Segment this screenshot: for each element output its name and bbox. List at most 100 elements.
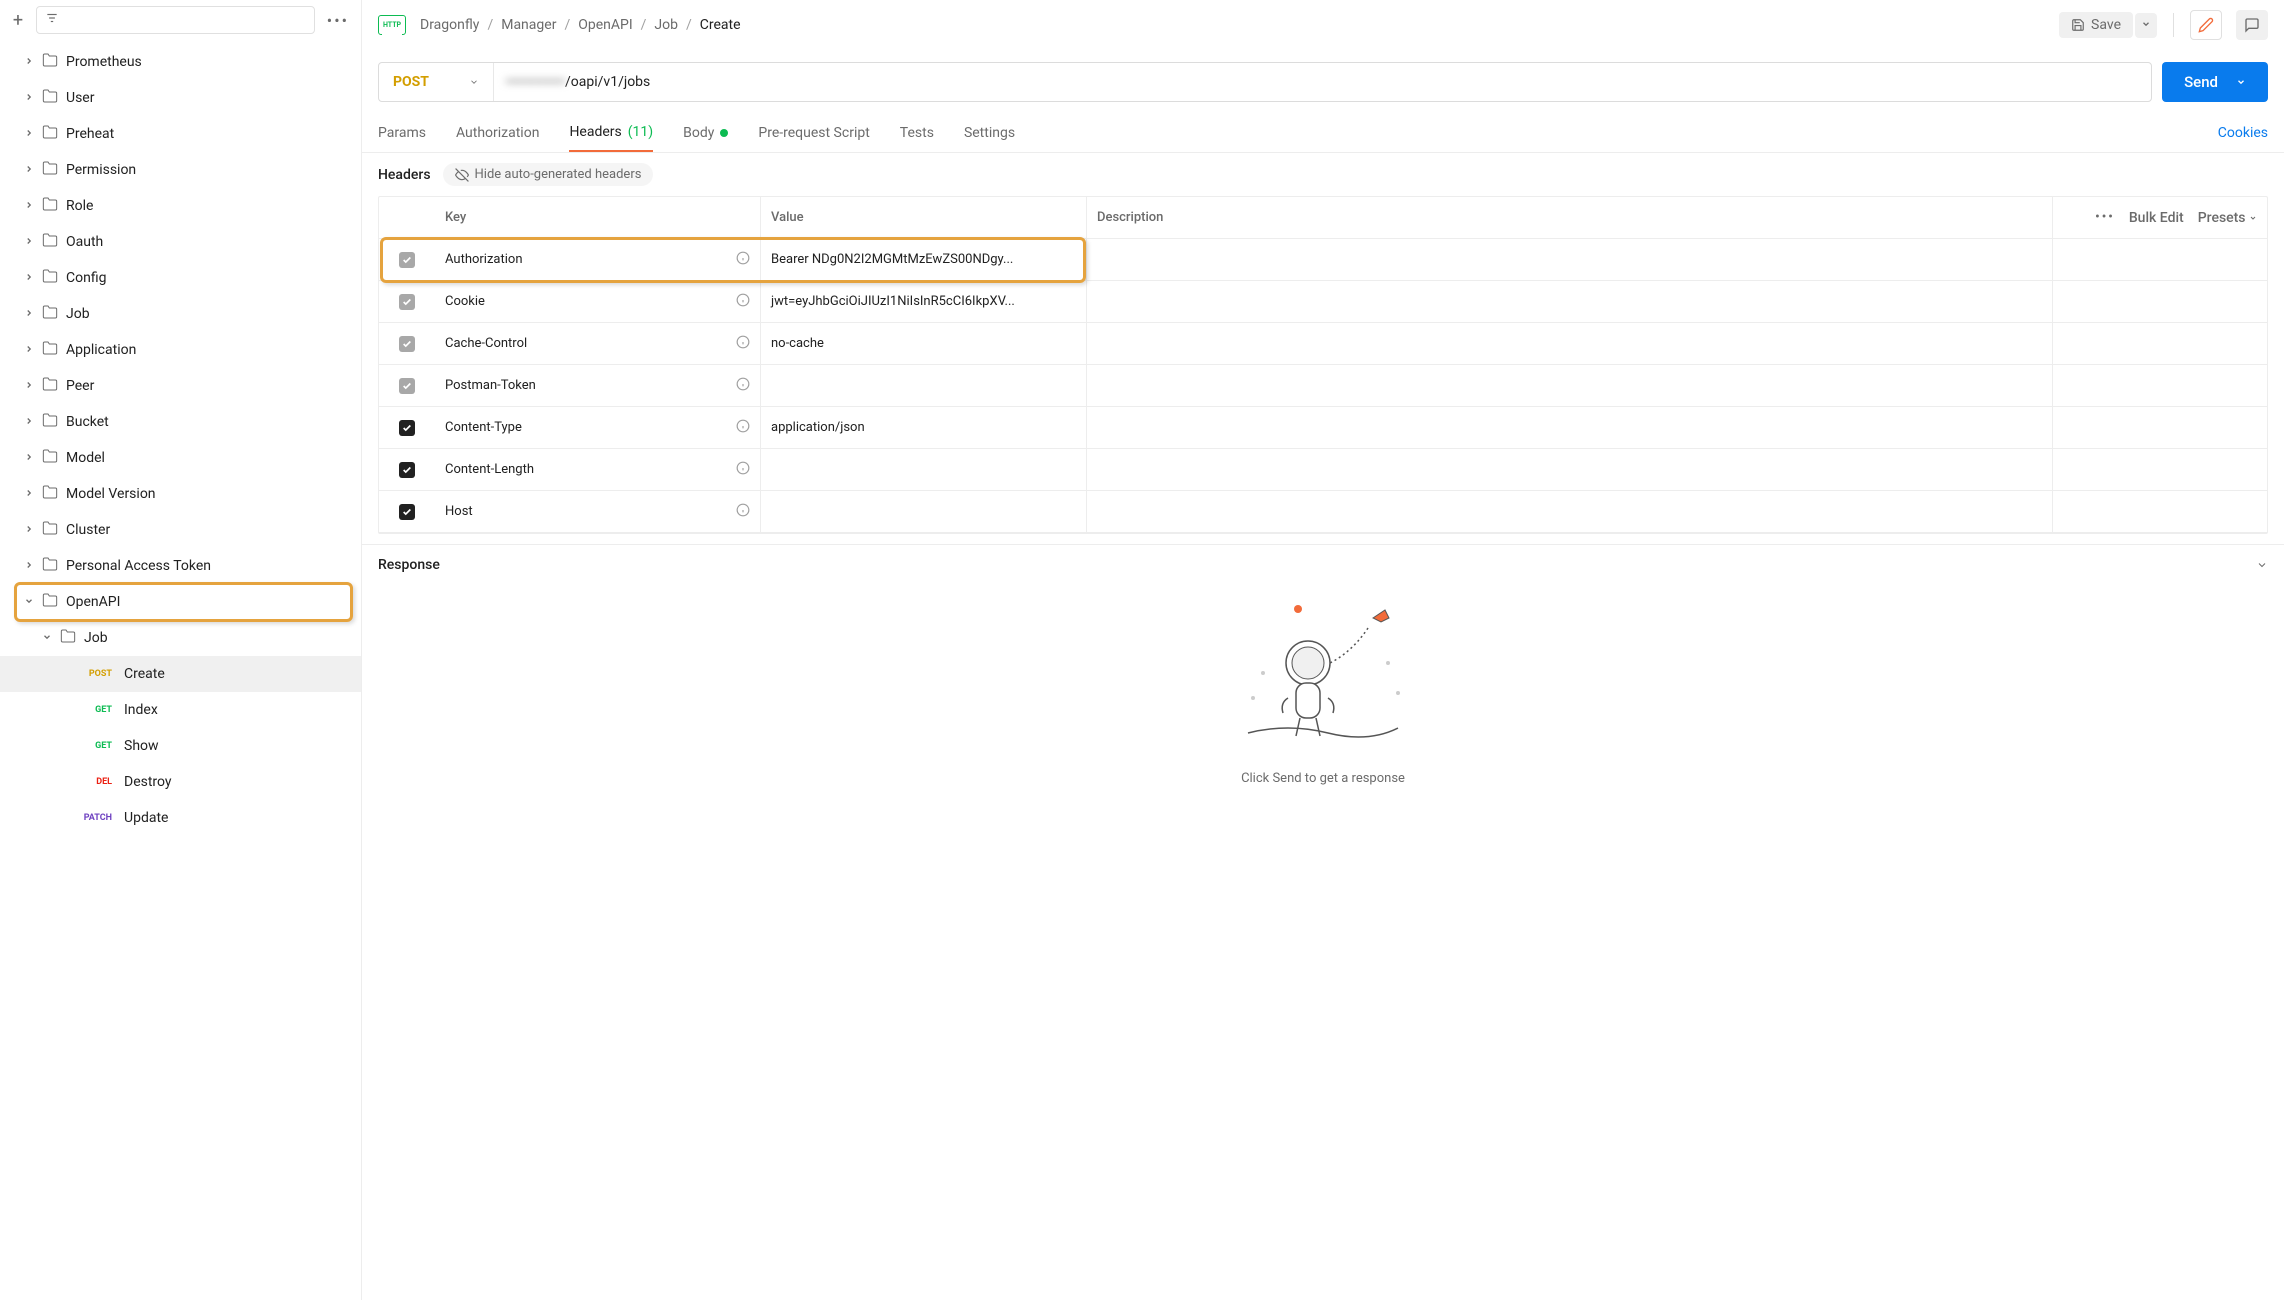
header-value-cell[interactable]: no-cache — [761, 323, 1087, 364]
chevron-right-icon — [24, 164, 34, 177]
sidebar-folder[interactable]: Oauth — [0, 224, 361, 260]
sidebar: + ••• PrometheusUserPreheatPermissionRol… — [0, 0, 362, 1300]
header-value-cell[interactable] — [761, 449, 1087, 490]
request-item[interactable]: GETShow — [0, 728, 361, 764]
request-label: Update — [124, 810, 168, 826]
send-button[interactable]: Send — [2162, 62, 2268, 102]
header-checkbox[interactable] — [399, 504, 415, 520]
header-description-cell[interactable] — [1087, 491, 2053, 532]
save-dropdown[interactable] — [2135, 13, 2157, 38]
header-key-cell[interactable]: Cache-Control — [435, 323, 761, 364]
more-columns-button[interactable]: ••• — [2095, 210, 2115, 225]
main-panel: HTTP Dragonfly/Manager/OpenAPI/Job/Creat… — [362, 0, 2284, 1300]
header-value-cell[interactable]: application/json — [761, 407, 1087, 448]
table-header-row: Key Value Description ••• Bulk Edit Pres… — [379, 197, 2267, 239]
header-row: Cookie jwt=eyJhbGciOiJIUzI1NiIsInR5cCI6I… — [379, 281, 2267, 323]
sidebar-folder-openapi[interactable]: OpenAPI — [0, 584, 361, 620]
header-key: Content-Type — [445, 420, 522, 435]
header-checkbox[interactable] — [399, 420, 415, 436]
cookies-link[interactable]: Cookies — [2218, 125, 2268, 141]
sidebar-folder[interactable]: Personal Access Token — [0, 548, 361, 584]
info-icon[interactable] — [736, 293, 750, 311]
col-description: Description — [1087, 197, 2053, 238]
header-checkbox[interactable] — [399, 336, 415, 352]
request-item[interactable]: POSTCreate — [0, 656, 361, 692]
sidebar-folder[interactable]: Model Version — [0, 476, 361, 512]
sidebar-folder[interactable]: Model — [0, 440, 361, 476]
sidebar-folder[interactable]: Bucket — [0, 404, 361, 440]
header-value-cell[interactable]: Bearer NDg0N2I2MGMtMzEwZS00NDgy... — [761, 239, 1087, 280]
tab-headers[interactable]: Headers(11) — [569, 114, 653, 152]
header-key-cell[interactable]: Postman-Token — [435, 365, 761, 406]
breadcrumb-item[interactable]: OpenAPI — [578, 17, 632, 33]
tab-settings[interactable]: Settings — [964, 115, 1015, 151]
header-checkbox[interactable] — [399, 294, 415, 310]
sidebar-folder[interactable]: Role — [0, 188, 361, 224]
header-value: jwt=eyJhbGciOiJIUzI1NiIsInR5cCI6IkpXV... — [771, 294, 1015, 309]
info-icon[interactable] — [736, 251, 750, 269]
sidebar-folder-job[interactable]: Job — [0, 620, 361, 656]
chevron-down-icon[interactable] — [2256, 559, 2268, 571]
edit-button[interactable] — [2190, 10, 2222, 40]
header-description-cell[interactable] — [1087, 449, 2053, 490]
presets-dropdown[interactable]: Presets — [2198, 210, 2257, 226]
sidebar-folder[interactable]: Preheat — [0, 116, 361, 152]
url-host-blurred: ━━━━━━━ — [506, 74, 565, 90]
request-item[interactable]: PATCHUpdate — [0, 800, 361, 836]
tab-body[interactable]: Body — [683, 115, 728, 151]
comment-button[interactable] — [2236, 10, 2268, 40]
folder-label: OpenAPI — [66, 594, 120, 610]
tab-pre-request[interactable]: Pre-request Script — [758, 115, 869, 151]
breadcrumb-item[interactable]: Manager — [501, 17, 556, 33]
info-icon[interactable] — [736, 335, 750, 353]
header-checkbox[interactable] — [399, 378, 415, 394]
sidebar-folder[interactable]: Peer — [0, 368, 361, 404]
info-icon[interactable] — [736, 377, 750, 395]
breadcrumb-item[interactable]: Dragonfly — [420, 17, 479, 33]
tab-authorization[interactable]: Authorization — [456, 115, 539, 151]
sidebar-folder[interactable]: Cluster — [0, 512, 361, 548]
header-key-cell[interactable]: Cookie — [435, 281, 761, 322]
sidebar-folder[interactable]: Application — [0, 332, 361, 368]
save-button[interactable]: Save — [2059, 12, 2133, 38]
header-key-cell[interactable]: Content-Length — [435, 449, 761, 490]
sidebar-folder[interactable]: Config — [0, 260, 361, 296]
header-value-cell[interactable] — [761, 365, 1087, 406]
folder-icon — [42, 520, 58, 540]
method-select[interactable]: POST — [379, 63, 494, 101]
header-description-cell[interactable] — [1087, 323, 2053, 364]
header-value-cell[interactable] — [761, 491, 1087, 532]
info-icon[interactable] — [736, 461, 750, 479]
more-options-button[interactable]: ••• — [323, 11, 353, 30]
info-icon[interactable] — [736, 419, 750, 437]
header-key-cell[interactable]: Host — [435, 491, 761, 532]
sidebar-folder[interactable]: Prometheus — [0, 44, 361, 80]
sidebar-folder[interactable]: Job — [0, 296, 361, 332]
header-value-cell[interactable]: jwt=eyJhbGciOiJIUzI1NiIsInR5cCI6IkpXV... — [761, 281, 1087, 322]
sidebar-folder[interactable]: Permission — [0, 152, 361, 188]
header-checkbox[interactable] — [399, 252, 415, 268]
tab-params[interactable]: Params — [378, 115, 426, 151]
header-checkbox[interactable] — [399, 462, 415, 478]
url-input[interactable]: ━━━━━━━ /oapi/v1/jobs — [494, 63, 2151, 101]
breadcrumb-item[interactable]: Job — [654, 17, 678, 33]
header-key-cell[interactable]: Authorization — [435, 239, 761, 280]
header-description-cell[interactable] — [1087, 365, 2053, 406]
tab-tests[interactable]: Tests — [900, 115, 934, 151]
header-key-cell[interactable]: Content-Type — [435, 407, 761, 448]
info-icon[interactable] — [736, 503, 750, 521]
add-button[interactable]: + — [8, 10, 28, 30]
filter-input[interactable] — [36, 6, 315, 34]
header-description-cell[interactable] — [1087, 407, 2053, 448]
hide-auto-generated-toggle[interactable]: Hide auto-generated headers — [443, 163, 654, 186]
folder-icon — [42, 484, 58, 504]
headers-label: Headers — [378, 167, 431, 183]
request-item[interactable]: GETIndex — [0, 692, 361, 728]
chevron-down-icon — [2141, 19, 2151, 29]
bulk-edit-link[interactable]: Bulk Edit — [2129, 210, 2184, 226]
sidebar-folder[interactable]: User — [0, 80, 361, 116]
request-item[interactable]: DELDestroy — [0, 764, 361, 800]
header-description-cell[interactable] — [1087, 239, 2053, 280]
header-description-cell[interactable] — [1087, 281, 2053, 322]
method-badge: GET — [78, 705, 112, 715]
